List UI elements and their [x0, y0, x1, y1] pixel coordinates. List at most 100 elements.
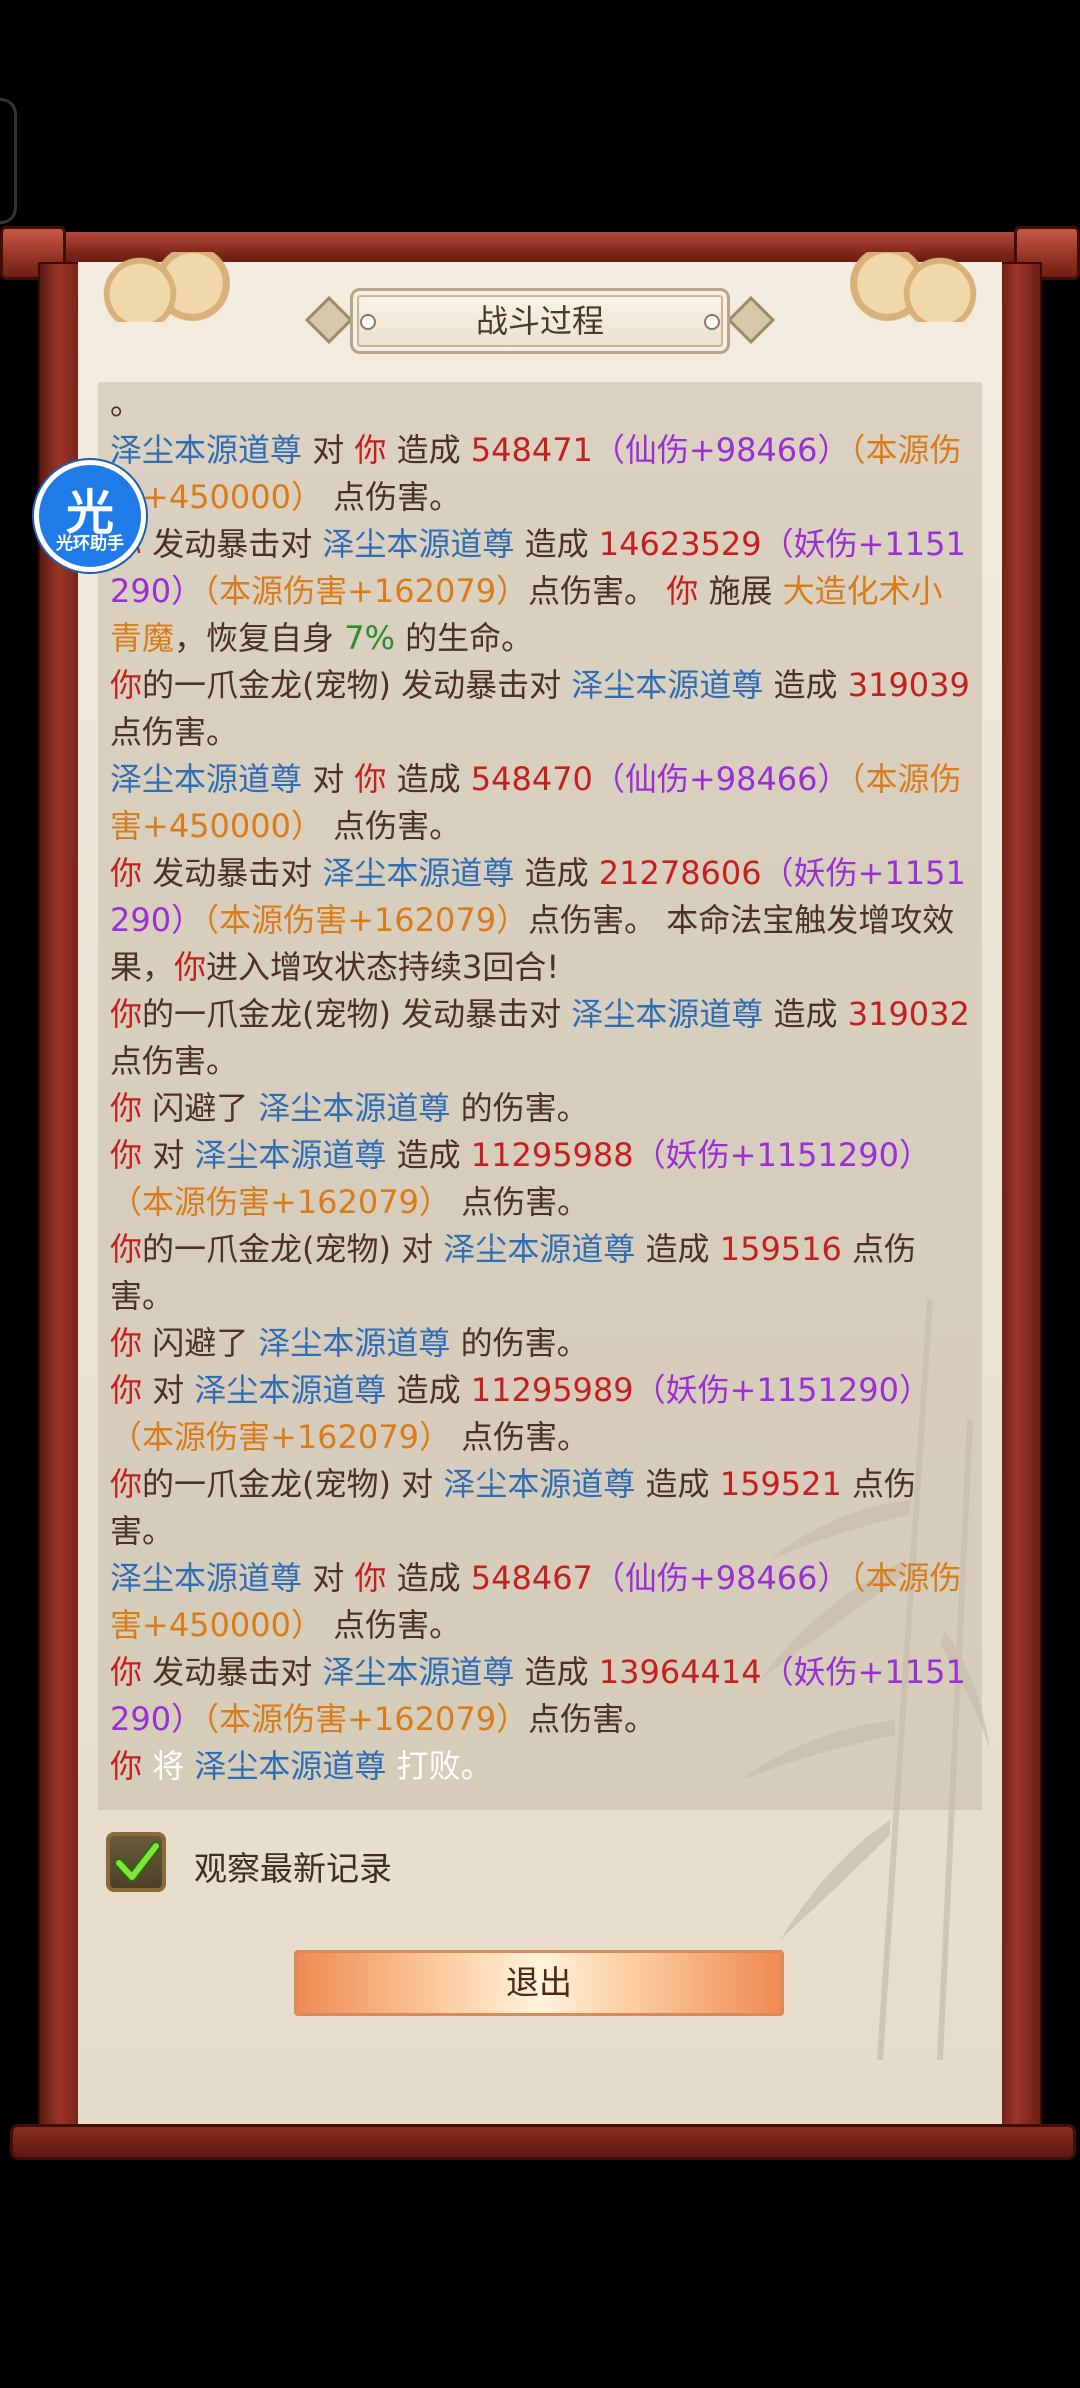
log-segment-plain: 造成: [386, 431, 471, 469]
log-segment-boss: 泽尘本源道尊: [443, 1230, 636, 1268]
log-segment-you: 你: [110, 1089, 143, 1127]
log-segment-boss: 泽尘本源道尊: [110, 431, 303, 469]
watch-latest-checkbox[interactable]: [106, 1832, 166, 1892]
log-segment-plain: 发动暴击对: [142, 1653, 323, 1691]
log-segment-num: 159521: [719, 1465, 842, 1503]
log-segment-ben: （本源伤害+162079）: [203, 572, 529, 610]
log-segment-you: 你: [110, 666, 143, 704]
log-segment-num: 11295988: [470, 1136, 634, 1174]
log-segment-plain: 造成: [514, 1653, 599, 1691]
log-segment-ben: （本源伤害+162079）: [110, 1183, 451, 1221]
log-line: 你 对 泽尘本源道尊 造成 11295989（妖伤+1151290） （本源伤害+…: [110, 1367, 972, 1461]
log-segment-boss: 泽尘本源道尊: [110, 1559, 303, 1597]
title-ornament-left: [304, 295, 354, 345]
log-segment-boss: 泽尘本源道尊: [194, 1136, 387, 1174]
log-segment-you: 你: [110, 1136, 143, 1174]
log-segment-plain: 对: [302, 431, 355, 469]
log-line: 你的一爪金龙(宠物) 对 泽尘本源道尊 造成 159521 点伤害。: [110, 1461, 972, 1555]
log-segment-xian: （仙伤+98466）: [592, 760, 850, 798]
log-segment-you: 你: [110, 854, 143, 892]
log-segment-plain: 造成: [514, 525, 599, 563]
watch-latest-label: 观察最新记录: [194, 1849, 392, 1888]
log-segment-you: 你: [110, 1324, 143, 1362]
log-line: 你的一爪金龙(宠物) 发动暴击对 泽尘本源道尊 造成 319039 点伤害。: [110, 662, 972, 756]
log-segment-you: 你: [354, 1559, 387, 1597]
log-segment-xian: （仙伤+98466）: [592, 431, 850, 469]
log-segment-boss: 泽尘本源道尊: [258, 1324, 451, 1362]
log-segment-num: 548471: [470, 431, 593, 469]
log-segment-plain: 点伤害。: [322, 1606, 462, 1644]
log-segment-num: 319032: [847, 995, 970, 1033]
log-segment-plain: 点伤害。: [528, 1700, 657, 1738]
log-segment-you: 你: [110, 1653, 143, 1691]
log-segment-you: 你: [110, 1230, 143, 1268]
log-segment-plain: 点伤害。: [322, 478, 462, 516]
log-line: 。: [110, 382, 972, 427]
log-segment-plain: 点伤害。: [450, 1183, 590, 1221]
log-segment-boss: 泽尘本源道尊: [322, 1653, 515, 1691]
log-segment-you: 你: [110, 1371, 143, 1409]
log-segment-num: 548467: [470, 1559, 593, 1597]
log-segment-green: 7%: [344, 619, 395, 657]
page-title: 战斗过程: [475, 302, 604, 340]
log-segment-plain: 的伤害。: [450, 1089, 589, 1127]
log-segment-plain: 造成: [386, 1559, 471, 1597]
cloud-ornament-left: [80, 252, 230, 322]
log-segment-yao: （妖伤+1151290）: [633, 1136, 931, 1174]
title-plate: 战斗过程: [304, 288, 776, 354]
log-segment-boss: 泽尘本源道尊: [110, 760, 303, 798]
log-segment-plain: 对: [142, 1136, 195, 1174]
log-segment-plain: 的生命。: [394, 619, 534, 657]
log-segment-num: 21278606: [598, 854, 762, 892]
log-line: 你 发动暴击对 泽尘本源道尊 造成 14623529（妖伤+1151290）（本…: [110, 521, 972, 662]
guanghuan-logo-icon[interactable]: 光 光环助手: [34, 460, 146, 572]
log-segment-plain: 点伤害。: [528, 572, 667, 610]
log-segment-plain: 造成: [635, 1465, 720, 1503]
log-segment-yao: （妖伤+1151290）: [633, 1371, 931, 1409]
log-segment-xian: （仙伤+98466）: [592, 1559, 850, 1597]
log-line: 你 发动暴击对 泽尘本源道尊 造成 13964414（妖伤+1151290）（本…: [110, 1649, 972, 1743]
cloud-ornament-right: [850, 252, 1000, 322]
log-segment-plain: 点伤害。: [450, 1418, 590, 1456]
log-segment-boss: 泽尘本源道尊: [322, 525, 515, 563]
log-segment-plain: 闪避了: [142, 1324, 259, 1362]
log-segment-boss: 泽尘本源道尊: [571, 666, 764, 704]
log-segment-plain: 造成: [635, 1230, 720, 1268]
log-segment-you: 你: [110, 1747, 143, 1785]
log-segment-boss: 泽尘本源道尊: [443, 1465, 636, 1503]
log-segment-white: 将: [142, 1747, 195, 1785]
log-line: 你的一爪金龙(宠物) 发动暴击对 泽尘本源道尊 造成 319032 点伤害。: [110, 991, 972, 1085]
scroll-bottom-rod: [10, 2124, 1076, 2160]
battle-log-panel[interactable]: 。泽尘本源道尊 对 你 造成 548471（仙伤+98466）（本源伤害+450…: [98, 382, 982, 1810]
log-segment-you: 你: [110, 1465, 143, 1503]
log-segment-num: 548470: [470, 760, 593, 798]
log-segment-plain: 造成: [386, 1136, 471, 1174]
log-line: 泽尘本源道尊 对 你 造成 548467（仙伤+98466）（本源伤害+4500…: [110, 1555, 972, 1649]
log-segment-num: 159516: [719, 1230, 842, 1268]
log-segment-plain: 的一爪金龙(宠物) 对: [142, 1230, 444, 1268]
exit-button[interactable]: 退出: [294, 1950, 784, 2016]
log-segment-plain: 造成: [763, 666, 848, 704]
log-segment-plain: 造成: [386, 1371, 471, 1409]
log-segment-plain: 的一爪金龙(宠物) 发动暴击对: [142, 666, 572, 704]
log-line: 你的一爪金龙(宠物) 对 泽尘本源道尊 造成 159516 点伤害。: [110, 1226, 972, 1320]
log-segment-plain: 造成: [763, 995, 848, 1033]
log-segment-white: 打败。: [386, 1747, 493, 1785]
log-segment-you: 你: [354, 431, 387, 469]
log-segment-plain: 施展: [698, 572, 783, 610]
log-segment-ben: （本源伤害+162079）: [203, 1700, 529, 1738]
log-segment-plain: ，恢复自身: [174, 619, 345, 657]
log-line: 你 闪避了 泽尘本源道尊 的伤害。: [110, 1320, 972, 1367]
watermark-text: 光环助手: [56, 534, 124, 554]
log-line: 你 将 泽尘本源道尊 打败。: [110, 1743, 972, 1790]
log-segment-boss: 泽尘本源道尊: [322, 854, 515, 892]
log-line: 你 对 泽尘本源道尊 造成 11295988（妖伤+1151290） （本源伤害+…: [110, 1132, 972, 1226]
log-segment-plain: 点伤害。: [110, 713, 239, 751]
battle-log-list: 。泽尘本源道尊 对 你 造成 548471（仙伤+98466）（本源伤害+450…: [110, 382, 972, 1790]
log-segment-plain: 点伤害。: [110, 1042, 239, 1080]
log-line: 你 闪避了 泽尘本源道尊 的伤害。: [110, 1085, 972, 1132]
log-segment-boss: 泽尘本源道尊: [194, 1371, 387, 1409]
log-segment-plain: 对: [142, 1371, 195, 1409]
log-segment-num: 13964414: [598, 1653, 762, 1691]
log-segment-plain: 进入增攻状态持续3回合!: [206, 948, 560, 986]
